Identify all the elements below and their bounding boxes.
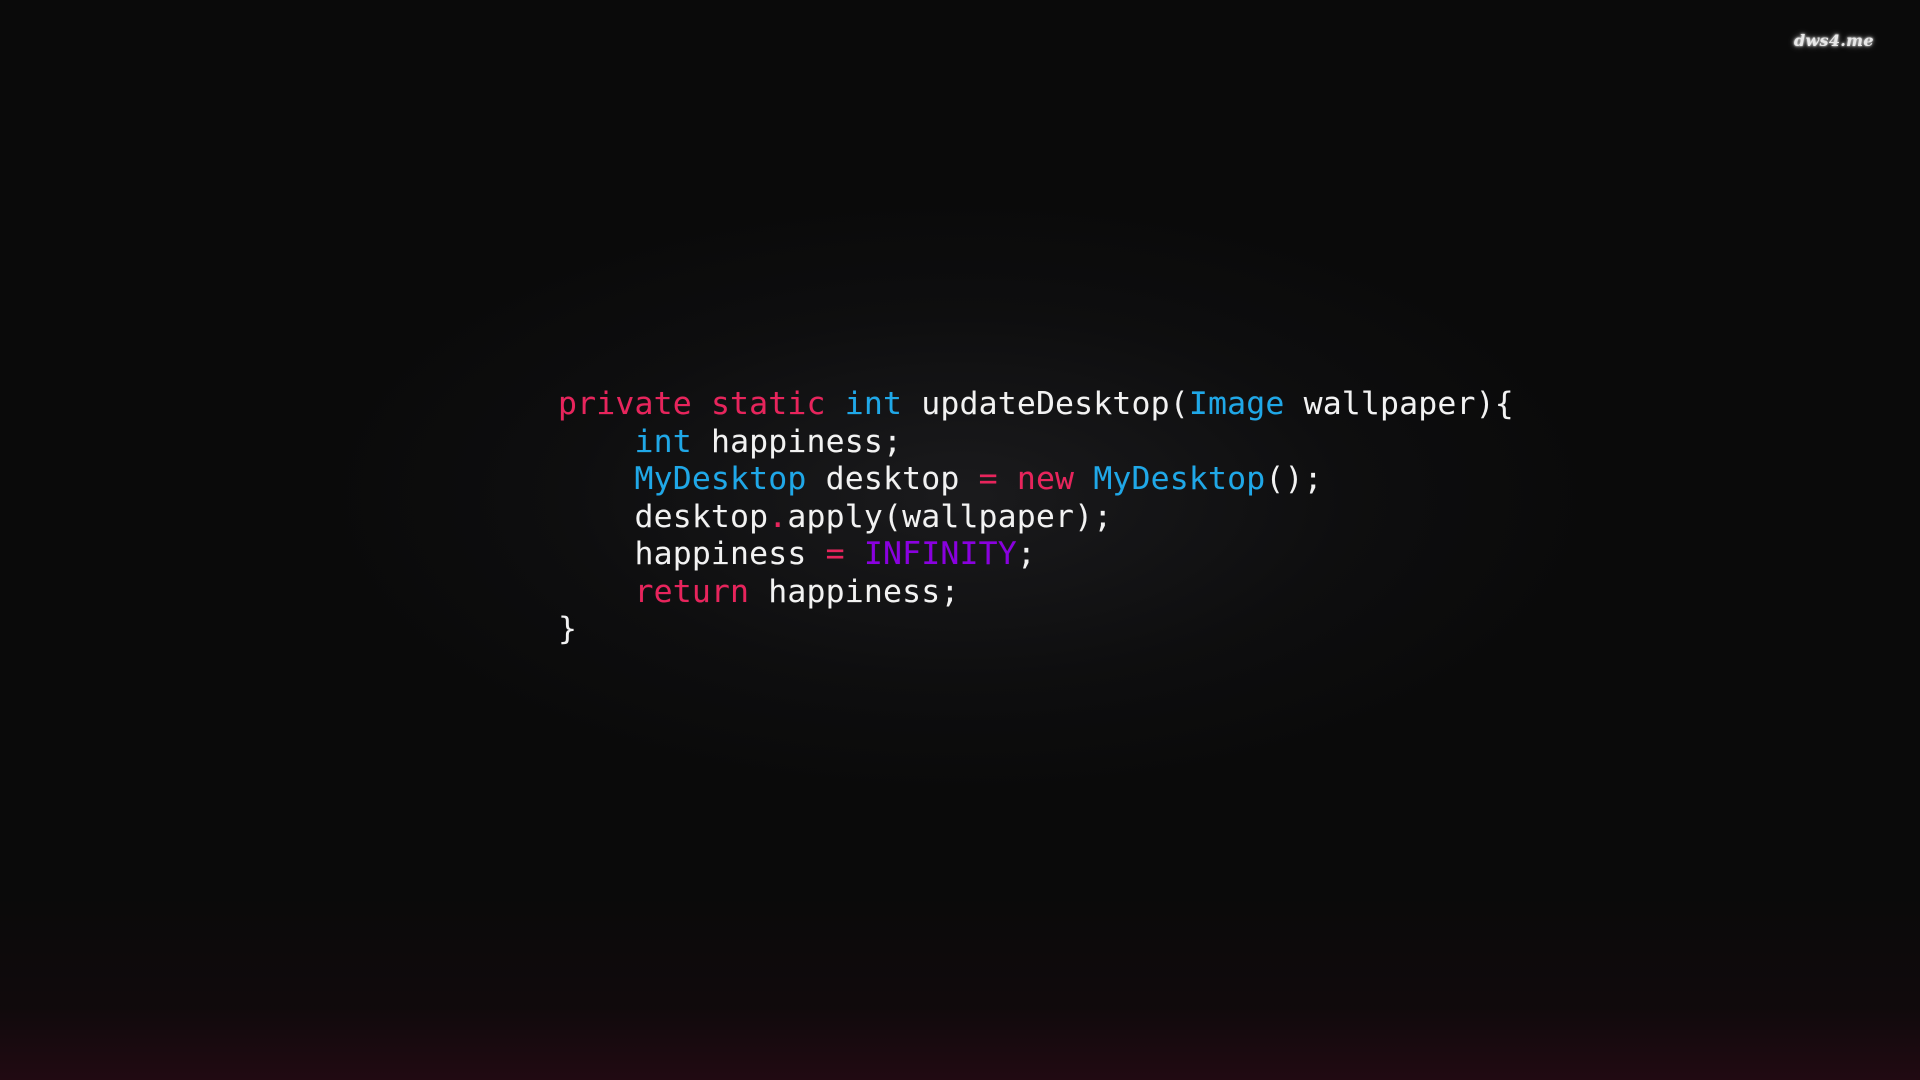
code-snippet: private static int updateDesktop(Image w… (558, 386, 1514, 649)
keyword-return: return (634, 573, 750, 610)
operator-dot: . (768, 498, 788, 535)
keyword-private: private (558, 386, 692, 422)
type-mydesktop: MyDesktop (634, 461, 807, 497)
variable-happiness: happiness; (768, 573, 960, 610)
watermark: dws4.me (1794, 31, 1874, 50)
paren-open: ( (1169, 386, 1189, 422)
code-line-7: } (558, 611, 1514, 649)
type-image: Image (1188, 386, 1285, 422)
variable-happiness: happiness (634, 536, 807, 572)
code-line-6: return happiness; (558, 574, 1514, 612)
call-parens: (); (1265, 461, 1323, 497)
keyword-static: static (710, 386, 826, 422)
keyword-new: new (1016, 461, 1075, 497)
type-int: int (844, 386, 903, 422)
code-line-3: MyDesktop desktop = new MyDesktop(); (558, 461, 1514, 499)
code-line-4: desktop.apply(wallpaper); (558, 499, 1514, 537)
semicolon: ; (1016, 536, 1036, 572)
variable-desktop: desktop (825, 461, 960, 497)
param-wallpaper: wallpaper (1303, 386, 1476, 422)
method-apply: apply(wallpaper); (787, 498, 1113, 535)
constructor-mydesktop: MyDesktop (1093, 461, 1266, 497)
brace-close: } (558, 611, 578, 647)
operator-assign: = (825, 536, 845, 572)
type-int: int (634, 423, 692, 460)
desktop-wallpaper: private static int updateDesktop(Image w… (0, 0, 1920, 1080)
code-line-2: int happiness; (558, 424, 1514, 462)
paren-close: ) (1475, 386, 1495, 422)
object-desktop: desktop (634, 498, 769, 535)
constant-infinity: INFINITY (863, 536, 1017, 572)
function-name-updatedesktop: updateDesktop (921, 386, 1170, 422)
variable-happiness: happiness; (710, 423, 903, 460)
brace-open: { (1494, 386, 1514, 422)
code-line-5: happiness = INFINITY; (558, 536, 1514, 574)
operator-assign: = (978, 461, 998, 497)
code-line-1: private static int updateDesktop(Image w… (558, 386, 1514, 424)
background-bottom-tint (0, 890, 1920, 1080)
